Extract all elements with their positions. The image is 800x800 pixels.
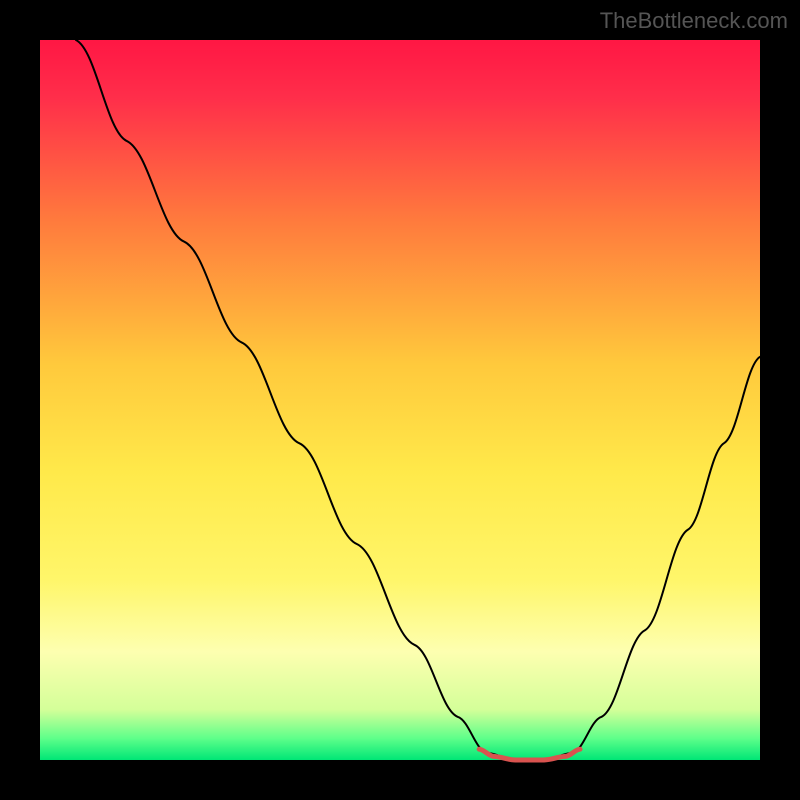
bottleneck-chart [0,0,800,800]
watermark-text: TheBottleneck.com [600,8,788,34]
frame-left [0,0,40,800]
frame-bottom [0,760,800,800]
frame-right [760,0,800,800]
gradient-background [40,40,760,760]
chart-container: TheBottleneck.com [0,0,800,800]
